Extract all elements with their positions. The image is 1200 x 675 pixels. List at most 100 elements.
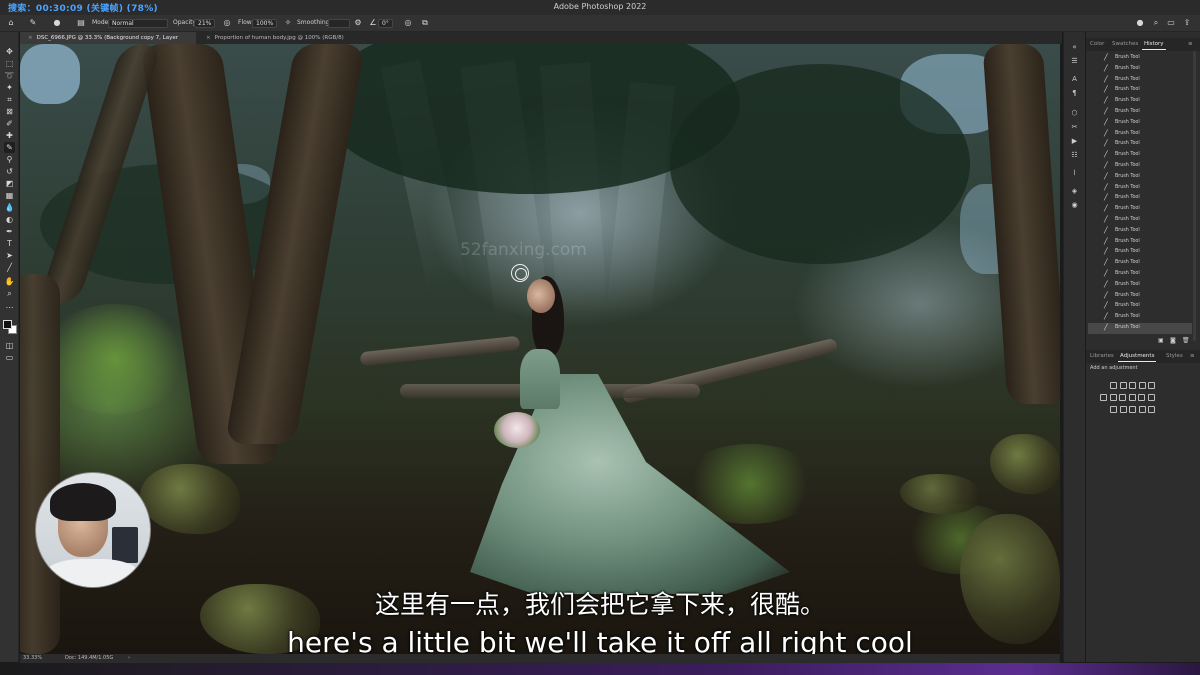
- tab-history[interactable]: History: [1142, 41, 1166, 50]
- lasso-tool-icon[interactable]: ➰: [4, 70, 15, 81]
- panel-menu-icon[interactable]: ≡: [1190, 353, 1195, 359]
- shape-tool-icon[interactable]: ╱: [4, 262, 15, 273]
- stamp-tool-icon[interactable]: ⚲: [4, 154, 15, 165]
- panel-menu-icon[interactable]: ≡: [1188, 41, 1193, 47]
- brush-settings-icon[interactable]: ▤: [76, 18, 86, 28]
- gear-icon[interactable]: ⚙: [353, 18, 363, 28]
- history-item[interactable]: ╱ Brush Tool: [1088, 258, 1192, 269]
- move-tool-icon[interactable]: ✥: [4, 46, 15, 57]
- tab-adjustments[interactable]: Adjustments: [1117, 353, 1157, 362]
- type-tool-icon[interactable]: T: [4, 238, 15, 249]
- search-icon[interactable]: ⌕: [1151, 18, 1161, 28]
- symmetry-icon[interactable]: ⧉: [420, 18, 430, 28]
- history-item[interactable]: ╱ Brush Tool: [1088, 161, 1192, 172]
- history-item[interactable]: ╱ Brush Tool: [1088, 150, 1192, 161]
- quick-select-tool-icon[interactable]: ✦: [4, 82, 15, 93]
- hue-icon[interactable]: [1100, 394, 1107, 401]
- frame-tool-icon[interactable]: ⊠: [4, 106, 15, 117]
- history-brush-tool-icon[interactable]: ↺: [4, 166, 15, 177]
- user-icon[interactable]: ●: [1135, 18, 1145, 28]
- dodge-tool-icon[interactable]: ◐: [4, 214, 15, 225]
- gradient-map-icon[interactable]: [1138, 406, 1146, 413]
- home-icon[interactable]: ⌂: [6, 18, 16, 28]
- tools-icon[interactable]: ✂: [1069, 122, 1080, 133]
- path-select-tool-icon[interactable]: ➤: [4, 250, 15, 261]
- history-item[interactable]: ╱ Brush Tool: [1088, 107, 1192, 118]
- tab-dsc-6966[interactable]: × DSC_6966.JPG @ 33.3% (Background copy 7…: [20, 32, 196, 53]
- flow-field[interactable]: 100%: [252, 19, 278, 28]
- camera-icon[interactable]: ◙: [1170, 337, 1176, 344]
- layers-icon[interactable]: ◈: [1069, 186, 1080, 197]
- properties-icon[interactable]: ☰: [1069, 56, 1080, 67]
- play-icon[interactable]: ▶: [1069, 136, 1080, 147]
- share-icon[interactable]: ⇪: [1182, 18, 1192, 28]
- history-item[interactable]: ╱ Brush Tool: [1088, 193, 1192, 204]
- history-item[interactable]: ╱ Brush Tool: [1088, 269, 1192, 280]
- brush-tool-icon[interactable]: ✎: [4, 142, 15, 153]
- color-swatches[interactable]: [3, 320, 17, 334]
- history-item[interactable]: ╱ Brush Tool: [1088, 204, 1192, 215]
- collapse-icon[interactable]: «: [1069, 42, 1080, 53]
- history-item[interactable]: ╱ Brush Tool: [1088, 301, 1192, 312]
- tab-color[interactable]: Color: [1090, 41, 1104, 47]
- screen-mode-icon[interactable]: ▭: [4, 352, 15, 363]
- history-item[interactable]: ╱ Brush Tool: [1088, 183, 1192, 194]
- tab-proportion[interactable]: × Proportion of human body.jpg @ 100% (RG…: [198, 32, 348, 44]
- status-arrow-icon[interactable]: ›: [128, 655, 130, 661]
- crop-tool-icon[interactable]: ⌗: [4, 94, 15, 105]
- history-item[interactable]: ╱ Brush Tool: [1088, 85, 1192, 96]
- posterize-icon[interactable]: [1119, 406, 1127, 413]
- healing-tool-icon[interactable]: ✚: [4, 130, 15, 141]
- brush-preset-icon[interactable]: ●: [52, 18, 62, 28]
- history-item[interactable]: ╱ Brush Tool: [1088, 215, 1192, 226]
- 3d-icon[interactable]: ⬡: [1069, 108, 1080, 119]
- angle-field[interactable]: 0°: [378, 19, 393, 28]
- new-document-icon[interactable]: ▣: [1158, 337, 1164, 344]
- history-item[interactable]: ╱ Brush Tool: [1088, 280, 1192, 291]
- workspace-icon[interactable]: ▭: [1166, 18, 1176, 28]
- pen-tool-icon[interactable]: ✒: [4, 226, 15, 237]
- paths-icon[interactable]: ⌇: [1069, 168, 1080, 179]
- adjust-icon[interactable]: ☷: [1069, 150, 1080, 161]
- history-scrollbar[interactable]: [1193, 51, 1196, 341]
- zoom-level[interactable]: 33.33%: [23, 655, 42, 661]
- close-icon[interactable]: ×: [28, 35, 33, 41]
- doc-size[interactable]: Doc: 149.4M/1.05G: [65, 655, 113, 661]
- marquee-tool-icon[interactable]: ⬚: [4, 58, 15, 69]
- tab-styles[interactable]: Styles: [1166, 353, 1183, 359]
- pressure-opacity-icon[interactable]: ◎: [222, 18, 232, 28]
- history-item[interactable]: ╱ Brush Tool: [1088, 64, 1192, 75]
- close-icon[interactable]: ×: [206, 35, 211, 41]
- history-item[interactable]: ╱ Brush Tool: [1088, 75, 1192, 86]
- blur-tool-icon[interactable]: 💧: [4, 202, 15, 213]
- angle-icon[interactable]: ∠: [368, 18, 378, 28]
- pressure-size-icon[interactable]: ◎: [403, 18, 413, 28]
- history-list[interactable]: ╱ Brush Tool ╱ Brush Tool ╱ Brush Tool ╱ Brush …: [1086, 51, 1200, 338]
- channels-icon[interactable]: ◉: [1069, 200, 1080, 211]
- threshold-icon[interactable]: [1129, 406, 1136, 413]
- history-item[interactable]: ╱ Brush Tool: [1088, 237, 1192, 248]
- history-item[interactable]: ╱ Brush Tool: [1088, 129, 1192, 140]
- trash-icon[interactable]: 🗑: [1182, 337, 1190, 344]
- zoom-tool-icon[interactable]: ⌕: [4, 288, 15, 299]
- smoothing-field[interactable]: [328, 19, 350, 28]
- hand-tool-icon[interactable]: ✋: [4, 276, 15, 287]
- character-icon[interactable]: A: [1069, 74, 1080, 85]
- eyedropper-tool-icon[interactable]: ✐: [4, 118, 15, 129]
- foreground-color-swatch[interactable]: [3, 320, 12, 329]
- selective-color-icon[interactable]: [1148, 406, 1155, 413]
- mode-select[interactable]: Normal: [108, 19, 168, 28]
- history-item[interactable]: ╱ Brush Tool: [1088, 291, 1192, 302]
- history-item[interactable]: ╱ Brush Tool: [1088, 139, 1192, 150]
- history-item[interactable]: ╱ Brush Tool: [1088, 53, 1192, 64]
- history-item[interactable]: ╱ Brush Tool: [1088, 96, 1192, 107]
- gradient-tool-icon[interactable]: ▦: [4, 190, 15, 201]
- document-canvas[interactable]: 52fanxing.com: [20, 44, 1060, 654]
- quick-mask-icon[interactable]: ◫: [4, 340, 15, 351]
- history-item[interactable]: ╱ Brush Tool: [1088, 247, 1192, 258]
- history-item[interactable]: ╱ Brush Tool: [1088, 172, 1192, 183]
- airbrush-icon[interactable]: ✧: [283, 18, 293, 28]
- history-item[interactable]: ╱ Brush Tool: [1088, 226, 1192, 237]
- history-item[interactable]: ╱ Brush Tool: [1088, 323, 1192, 334]
- tab-libraries[interactable]: Libraries: [1090, 353, 1114, 359]
